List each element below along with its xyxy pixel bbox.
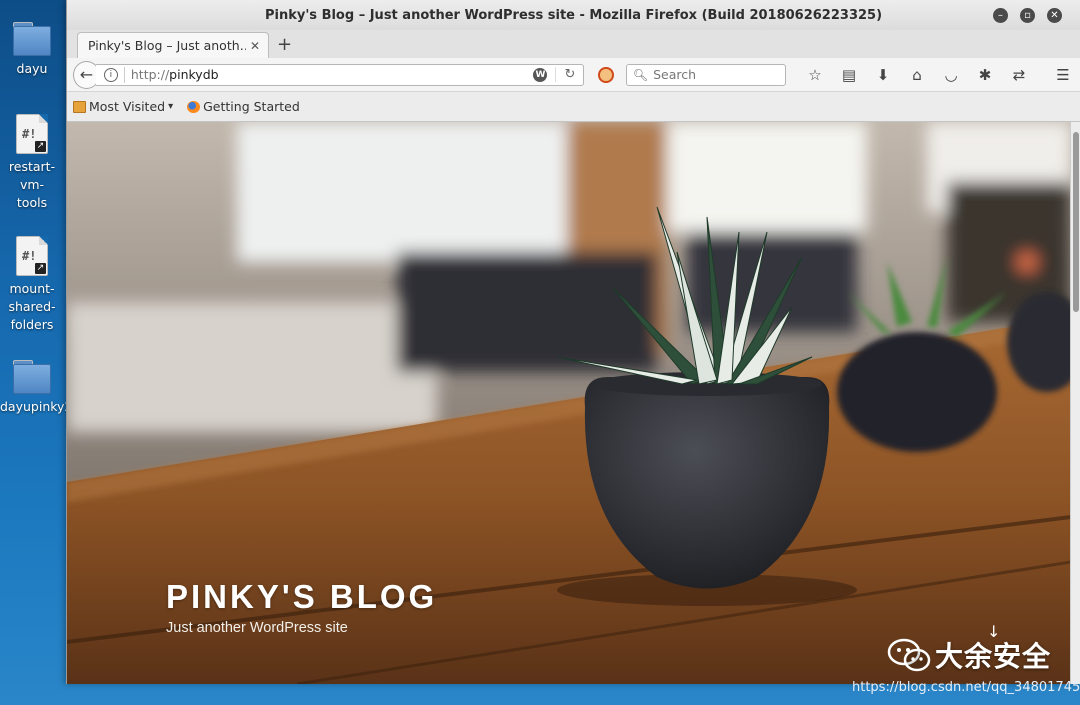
- close-icon[interactable]: ✕: [1047, 8, 1062, 23]
- download-icon[interactable]: ⬇: [866, 66, 900, 84]
- home-icon[interactable]: ⌂: [900, 66, 934, 84]
- reload-icon[interactable]: ↻: [555, 67, 583, 82]
- desktop-icon-dayu[interactable]: dayu: [0, 22, 64, 78]
- title-bar[interactable]: Pinky's Blog – Just another WordPress si…: [67, 0, 1080, 30]
- site-title[interactable]: PINKY'S BLOG: [166, 578, 437, 616]
- firefox-window: Pinky's Blog – Just another WordPress si…: [66, 0, 1080, 684]
- script-file-icon: #! ↗: [16, 236, 48, 276]
- tab-close-icon[interactable]: ✕: [250, 39, 260, 53]
- desktop-icon-label: restart-vm- tools: [8, 159, 56, 210]
- bookmark-getting-started[interactable]: Getting Started: [187, 99, 300, 114]
- bookmark-most-visited[interactable]: Most Visited ▾: [73, 99, 173, 114]
- arrow-left-icon: ←: [79, 65, 94, 84]
- sync-arrows-icon[interactable]: ⇄: [1002, 66, 1036, 84]
- maximize-icon[interactable]: ▫: [1020, 8, 1035, 23]
- bookmarks-toolbar: Most Visited ▾ Getting Started: [67, 92, 1080, 122]
- search-icon: 🔍︎: [632, 67, 649, 82]
- extension-icon[interactable]: ✱: [968, 66, 1002, 84]
- url-protocol: http://: [130, 67, 170, 82]
- folder-icon: [13, 360, 51, 394]
- desktop-icon-dayupinky2[interactable]: dayupinky2: [0, 360, 73, 416]
- info-icon[interactable]: i: [103, 67, 118, 82]
- desktop-icon-label: mount- shared- folders: [8, 281, 56, 332]
- desktop-icon-restart-vm-tools[interactable]: #! ↗ restart-vm- tools: [0, 114, 64, 212]
- watermark-brand: 大余安全: [935, 640, 1052, 673]
- chevron-down-icon: ▾: [168, 101, 174, 112]
- window-title: Pinky's Blog – Just another WordPress si…: [264, 7, 883, 23]
- wechat-watermark: 大余安全: [887, 635, 1051, 675]
- menu-icon[interactable]: ☰: [1046, 66, 1080, 84]
- desktop-icon-label: dayupinky2: [0, 399, 73, 414]
- tab-pinkys-blog[interactable]: Pinky's Blog – Just anoth… ✕: [77, 32, 269, 58]
- firefox-icon: [187, 100, 201, 113]
- url-host: pinkydb: [169, 67, 219, 82]
- wechat-icon: [887, 638, 931, 672]
- url-bar[interactable]: i http:// pinkydb W ↻: [95, 63, 585, 86]
- script-file-icon: #! ↗: [16, 114, 48, 154]
- watermark-url: https://blog.csdn.net/qq_34801745: [852, 680, 1080, 695]
- desktop-icon-mount-shared-folders[interactable]: #! ↗ mount- shared- folders: [0, 236, 64, 334]
- bookmark-star-icon[interactable]: ☆: [798, 66, 832, 84]
- page-scrollbar[interactable]: [1070, 122, 1080, 684]
- site-tagline: Just another WordPress site: [166, 620, 348, 636]
- search-placeholder: Search: [653, 67, 697, 82]
- folder-icon: [13, 22, 51, 56]
- pocket-icon[interactable]: ◡: [934, 66, 968, 84]
- new-tab-button[interactable]: +: [277, 34, 292, 55]
- tab-bar: Pinky's Blog – Just anoth… ✕ +: [67, 30, 1080, 58]
- reading-list-icon[interactable]: ▤: [832, 66, 866, 84]
- noscript-icon[interactable]: [598, 66, 614, 83]
- desktop-icon-label: dayu: [16, 61, 48, 76]
- minimize-icon[interactable]: –: [993, 8, 1008, 23]
- navigation-toolbar: ← i http:// pinkydb W ↻ 🔍︎ Search ☆ ▤ ⬇ …: [67, 58, 1080, 92]
- wordpress-icon: W: [533, 67, 548, 82]
- scrollbar-thumb[interactable]: [1073, 132, 1079, 312]
- tab-label: Pinky's Blog – Just anoth…: [88, 38, 246, 53]
- page-content: PINKY'S BLOG Just another WordPress site: [67, 122, 1071, 684]
- search-input[interactable]: 🔍︎ Search: [625, 63, 786, 86]
- folder-icon: [73, 100, 86, 113]
